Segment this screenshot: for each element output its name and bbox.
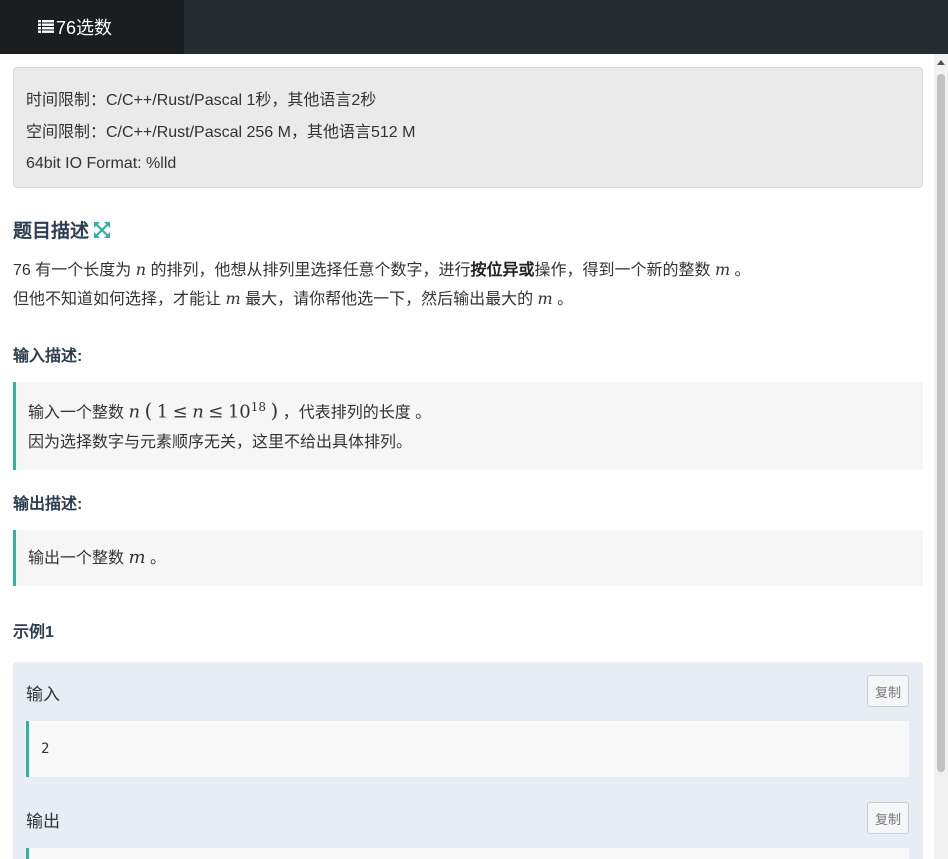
text: 的排列，他想从排列里选择任意个数字，进行	[146, 262, 471, 279]
io-format: 64bit IO Format: %lld	[26, 155, 177, 172]
math-n: n	[135, 260, 147, 279]
output-block: 输出一个整数 m 。	[13, 530, 923, 586]
input-block: 输入一个整数 n ( 1 ≤ n ≤ 1018 ) ，代表排列的长度 。 因为选…	[13, 382, 923, 470]
math-le: ≤	[208, 401, 224, 423]
text: 但他不知道如何选择，才能让	[13, 291, 226, 308]
output-line-1: 输出一个整数 m 。	[28, 543, 166, 574]
example-heading: 示例1	[13, 624, 54, 641]
expand-icon[interactable]	[94, 221, 111, 238]
paren: (	[144, 398, 153, 423]
example-input-label: 输入	[26, 685, 60, 704]
description-heading: 题目描述	[13, 216, 111, 243]
text: 76 有一个长度为	[13, 262, 136, 279]
example-panel: 输入 复制 2 输出 复制	[13, 662, 923, 859]
input-line-1: 输入一个整数 n ( 1 ≤ n ≤ 1018 ) ，代表排列的长度 。	[28, 392, 911, 428]
math-m: m	[714, 260, 731, 279]
limits-panel: 时间限制：C/C++/Rust/Pascal 1秒，其他语言2秒 空间限制：C/…	[13, 67, 923, 188]
description-title: 题目描述	[13, 221, 90, 242]
problem-content: 时间限制：C/C++/Rust/Pascal 1秒，其他语言2秒 空间限制：C/…	[0, 54, 934, 859]
description-line-2: 但他不知道如何选择，才能让 m 最大，请你帮他选一下，然后输出最大的 m 。	[13, 285, 923, 314]
scroll-up-arrow-icon[interactable]	[937, 60, 945, 65]
math-m: m	[128, 546, 146, 568]
math-le: ≤	[172, 401, 188, 423]
output-heading: 输出描述:	[13, 496, 83, 513]
math-m: m	[225, 289, 241, 308]
math-n: n	[128, 401, 141, 423]
text: 。	[145, 549, 166, 567]
copy-output-button[interactable]: 复制	[867, 802, 909, 834]
example-input-value: 2	[41, 741, 50, 757]
text: ，代表排列的长度 。	[278, 404, 432, 422]
text: 。	[552, 291, 574, 308]
vertical-scrollbar[interactable]	[934, 54, 948, 859]
math-one: 1	[156, 401, 169, 423]
time-limit: 时间限制：C/C++/Rust/Pascal 1秒，其他语言2秒	[26, 92, 377, 109]
text: 操作，得到一个新的整数	[534, 262, 715, 279]
list-icon	[38, 19, 54, 33]
input-line-2: 因为选择数字与元素顺序无关，这里不给出具体排列。	[28, 434, 413, 452]
bold-operation: 按位异或	[470, 262, 535, 279]
top-bar: 76选数	[0, 0, 948, 54]
math-n: n	[192, 401, 204, 423]
text: 输入一个整数	[28, 404, 129, 422]
example-output-label: 输出	[26, 812, 60, 831]
copy-input-button[interactable]: 复制	[867, 675, 909, 707]
math-base: 10	[227, 401, 251, 423]
text: 输出一个整数	[28, 549, 129, 567]
text: 。	[730, 262, 751, 279]
space-limit: 空间限制：C/C++/Rust/Pascal 256 M，其他语言512 M	[26, 123, 416, 141]
tab-title: 76选数	[56, 18, 113, 38]
scroll-thumb[interactable]	[937, 74, 945, 772]
input-heading: 输入描述:	[13, 348, 83, 365]
example-input-box: 2	[26, 721, 909, 777]
math-exponent: 18	[250, 400, 266, 414]
example-output-box	[26, 848, 909, 859]
description-line-1: 76 有一个长度为 n 的排列，他想从排列里选择任意个数字，进行按位异或操作，得…	[13, 256, 923, 285]
text: 最大，请你帮他选一下，然后输出最大的	[240, 291, 538, 308]
tab-problem[interactable]: 76选数	[0, 0, 184, 54]
description-body: 76 有一个长度为 n 的排列，他想从排列里选择任意个数字，进行按位异或操作，得…	[13, 256, 923, 314]
math-m: m	[537, 289, 553, 308]
